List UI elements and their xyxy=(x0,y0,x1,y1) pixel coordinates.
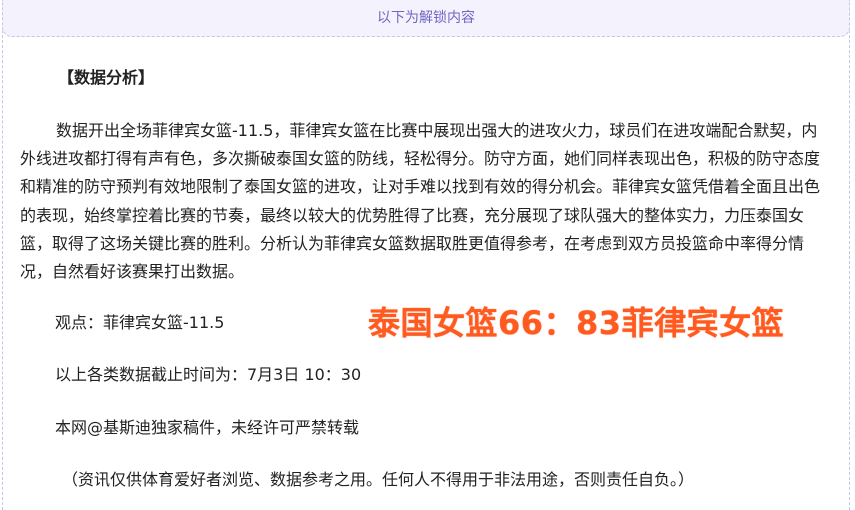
score-overlay: 泰国女篮66：83菲律宾女篮 xyxy=(368,304,785,342)
section-heading: 【数据分析】 xyxy=(58,68,155,87)
copyright-notice: 本网@基斯迪独家稿件，未经许可严禁转载 xyxy=(55,418,360,437)
disclaimer-text: （资讯仅供体育爱好者浏览、数据参考之用。任何人不得用于非法用途，否则责任自负。） xyxy=(62,470,695,489)
unlock-banner-label: 以下为解锁内容 xyxy=(377,10,475,26)
cutoff-time-text: 以上各类数据截止时间为：7月3日 10：30 xyxy=(55,365,362,384)
unlock-banner: 以下为解锁内容 xyxy=(2,0,850,37)
viewpoint-text: 观点：菲律宾女篮-11.5 xyxy=(55,313,225,332)
analysis-paragraph: 数据开出全场菲律宾女篮-11.5，菲律宾女篮在比赛中展现出强大的进攻火力，球员们… xyxy=(20,121,821,282)
